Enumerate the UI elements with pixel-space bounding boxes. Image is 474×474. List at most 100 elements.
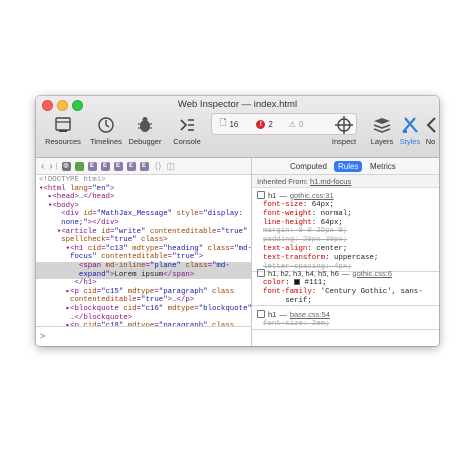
dom-tree[interactable]: <!DOCTYPE html> ▾<html lang="en"> ▸<head>…: [36, 176, 251, 326]
css-declaration[interactable]: color: #111;: [257, 279, 439, 288]
dom-token: spellcheck: [39, 236, 106, 245]
dom-tree-line[interactable]: ▸<blockquote cid="c16" mdtype="blockquot…: [36, 305, 251, 314]
dom-tree-line[interactable]: expand">Lorem ipsum</span>: [36, 270, 251, 280]
styles-label: Styles: [399, 137, 421, 146]
dom-token: Lorem ipsum: [114, 270, 164, 279]
css-declaration[interactable]: line-height: 64px;: [257, 219, 439, 228]
dom-tree-line[interactable]: ▸<head>…</head>: [36, 193, 251, 202]
navigation-bar: ‹ › | ◎ E E E E E ⟨⟩ ◫: [36, 158, 251, 175]
css-declaration[interactable]: font-weight: normal;: [257, 210, 439, 219]
dom-token: class: [180, 261, 208, 270]
css-declaration[interactable]: serif;: [257, 297, 439, 306]
debugger-button[interactable]: Debugger: [125, 114, 165, 156]
dom-token: "plane": [149, 261, 181, 270]
css-declaration[interactable]: font-size: 2em;: [257, 320, 439, 329]
css-rule[interactable]: h1, h2, h3, h4, h5, h6— gothic.css:6 color…: [252, 267, 439, 307]
dom-token: mdtype: [127, 244, 159, 253]
dom-token: cid: [83, 287, 97, 296]
rule-checkbox-icon[interactable]: [257, 191, 265, 199]
breadcrumb-element-3[interactable]: E: [113, 161, 123, 171]
css-declaration[interactable]: text-transform: uppercase;: [257, 254, 439, 263]
rule-checkbox-icon[interactable]: [257, 269, 265, 277]
rule-checkbox-icon[interactable]: [257, 310, 265, 318]
tab-rules[interactable]: Rules: [334, 161, 363, 172]
resources-label: Resources: [45, 137, 81, 146]
inherited-label: Inherited From:: [257, 177, 308, 186]
css-declaration[interactable]: padding: 20px 30px;: [257, 236, 439, 245]
dom-tree-line[interactable]: ▸<p cid="c15" mdtype="paragraph" class: [36, 288, 251, 297]
timelines-button[interactable]: Timelines: [86, 114, 126, 156]
warning-count[interactable]: ⚠ 0: [289, 120, 304, 129]
document-crumb-icon[interactable]: [74, 161, 84, 171]
web-inspector-window: Web Inspector — index.html Resources Tim…: [36, 96, 439, 346]
breadcrumb-element-1[interactable]: E: [87, 161, 97, 171]
dom-tree-line[interactable]: none;"></div>: [36, 219, 251, 228]
code-toggle-icon[interactable]: ⟨⟩: [155, 161, 162, 172]
tab-computed[interactable]: Computed: [286, 161, 331, 172]
back-button[interactable]: ‹: [41, 158, 44, 175]
breadcrumb-element-2[interactable]: E: [100, 161, 110, 171]
console-prompt: >: [40, 331, 46, 341]
css-source-link[interactable]: base.css:54: [290, 310, 330, 319]
dom-tree-line[interactable]: contenteditable="true">…</p>: [36, 296, 251, 305]
warning-icon: ⚠: [288, 119, 296, 129]
css-rule-separator: —: [279, 190, 287, 200]
dom-token: >…</p>: [167, 296, 195, 305]
dom-tree-line[interactable]: ▾<h1 cid="c13" mdtype="heading" class="m…: [36, 245, 251, 254]
console-button[interactable]: Console: [167, 114, 207, 156]
styles-button[interactable]: Styles: [396, 114, 424, 156]
dom-token: <div: [39, 210, 84, 219]
tab-metrics[interactable]: Metrics: [366, 161, 400, 172]
resources-button[interactable]: Resources: [42, 114, 84, 156]
dom-tree-line[interactable]: <div id="MathJax_Message" style="display…: [36, 210, 251, 219]
css-rule[interactable]: h1— base.css:54 font-size: 2em;: [252, 308, 439, 330]
css-property: color: [263, 279, 286, 287]
css-value: 20px 30px;: [302, 236, 348, 245]
styles-tabs: Computed Rules Metrics: [252, 158, 439, 175]
dom-tree-line[interactable]: …</blockquote>: [36, 314, 251, 323]
quick-console[interactable]: >: [36, 326, 251, 346]
timelines-label: Timelines: [90, 137, 122, 146]
breadcrumb-element-5[interactable]: E: [139, 161, 149, 171]
inherited-link[interactable]: h1.md-focus: [310, 177, 351, 186]
dom-token: "c15": [101, 287, 124, 296]
page-crumb-icon[interactable]: ◎: [61, 161, 71, 171]
dom-tree-pane: ‹ › | ◎ E E E E E ⟨⟩ ◫ <!DOCTYPE html> ▾<…: [36, 158, 251, 346]
css-declaration[interactable]: margin: 0 0 25px 0;: [257, 227, 439, 236]
dom-tree-line[interactable]: focus" contenteditable="true">: [36, 253, 251, 262]
breadcrumb-element-4[interactable]: E: [126, 161, 136, 171]
dom-tree-line[interactable]: <!DOCTYPE html>: [36, 176, 251, 185]
node-button[interactable]: No: [422, 114, 439, 156]
dom-token: contenteditable: [96, 253, 168, 262]
color-swatch[interactable]: [294, 279, 301, 285]
inspect-button[interactable]: Inspect: [326, 114, 362, 156]
layers-button[interactable]: Layers: [364, 114, 400, 156]
css-property: line-height: [263, 218, 312, 227]
dom-token: "md-: [212, 261, 230, 270]
dom-token: focus": [39, 253, 97, 262]
resource-count[interactable]: 🗋 16: [220, 117, 238, 131]
dom-token: >: [163, 236, 168, 245]
forward-button[interactable]: ›: [49, 158, 52, 175]
dom-tree-line[interactable]: ▾<html lang="en">: [36, 185, 251, 194]
timelines-icon: [98, 117, 114, 133]
dom-token: "true": [220, 227, 248, 236]
css-selector: h1: [268, 309, 277, 319]
css-source-link[interactable]: gothic.css:6: [352, 269, 392, 278]
css-declaration[interactable]: font-family: 'Century Gothic', sans-: [257, 288, 439, 297]
css-declaration[interactable]: text-align: center;: [257, 245, 439, 254]
crosshair-icon: [335, 116, 353, 134]
css-rule[interactable]: h1— gothic.css:31 font-size: 64px; font-wei…: [252, 189, 439, 273]
dom-tree-line[interactable]: ▾<article id="write" contenteditable="tr…: [36, 228, 251, 237]
error-count[interactable]: ! 2: [256, 119, 273, 129]
dom-tree-line[interactable]: ▾<body>: [36, 202, 251, 211]
dom-tree-line[interactable]: <span md-inline="plane" class="md-: [36, 261, 251, 271]
split-view-icon[interactable]: ◫: [167, 161, 176, 172]
css-source-link[interactable]: gothic.css:31: [290, 191, 334, 200]
dom-tree-line[interactable]: </h1>: [36, 279, 251, 288]
dom-tree-line[interactable]: spellcheck="true" class>: [36, 236, 251, 245]
dom-token: "display:: [203, 210, 244, 219]
css-declaration[interactable]: font-size: 64px;: [257, 201, 439, 210]
node-label: No: [425, 137, 436, 146]
inherited-header: Inherited From: h1.md-focus: [252, 175, 439, 188]
